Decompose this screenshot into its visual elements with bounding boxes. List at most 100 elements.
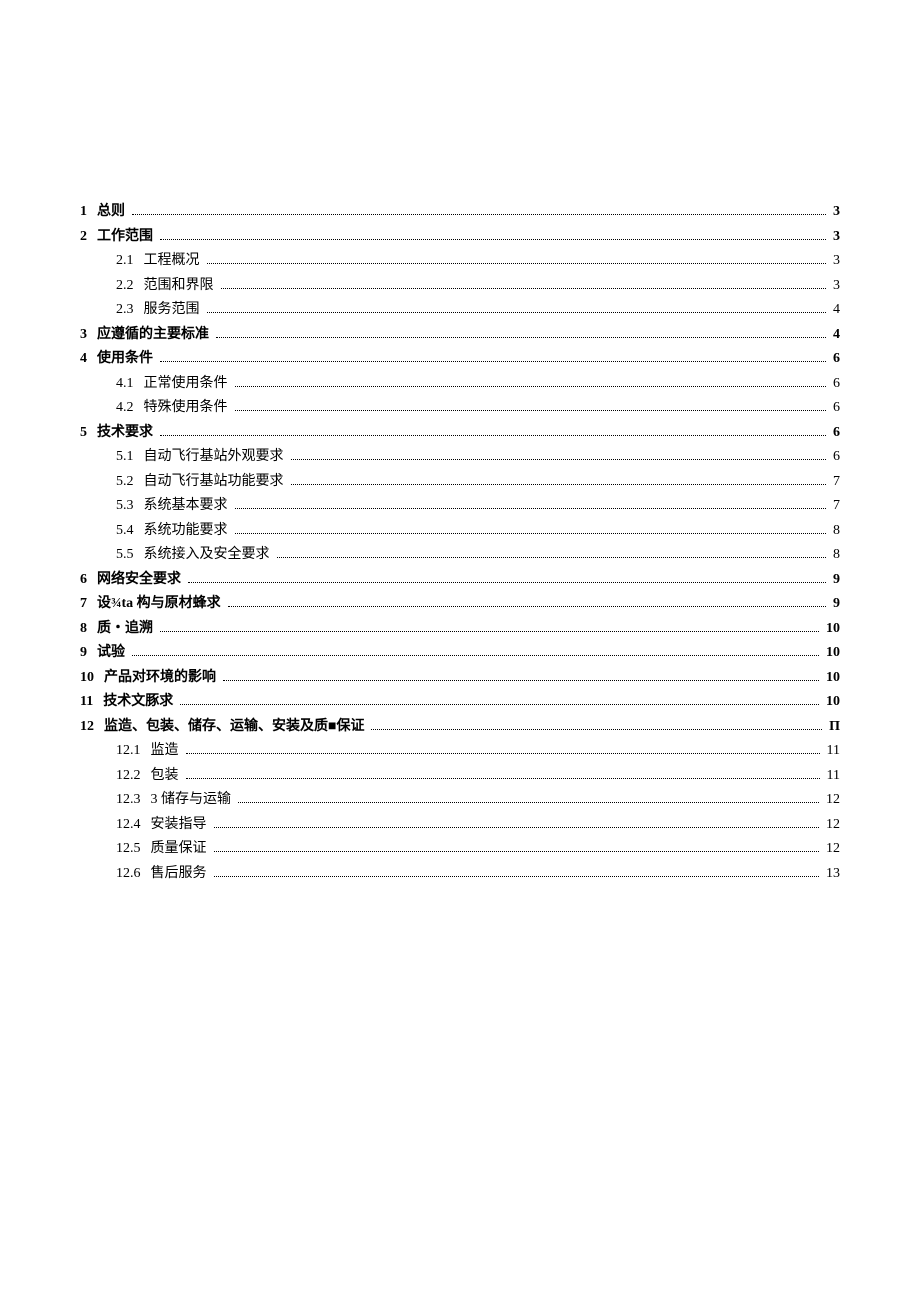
toc-section-title: 产品对环境的影响 bbox=[104, 670, 216, 685]
toc-entry: 12.5质量保证12 bbox=[116, 837, 840, 862]
toc-section-number: 11 bbox=[80, 694, 93, 709]
toc-entry: 10 产品对环境的影响 10 bbox=[80, 666, 840, 691]
toc-entry: 5.3系统基本要求 7 bbox=[116, 494, 840, 519]
toc-entry: 2工作范围3 bbox=[80, 225, 840, 250]
toc-section-title: 总则 bbox=[97, 204, 125, 219]
toc-entry: 1总则3 bbox=[80, 200, 840, 225]
toc-section-number: 7 bbox=[80, 596, 87, 611]
toc-dot-leader bbox=[291, 484, 827, 485]
toc-label: 9试验 bbox=[80, 641, 125, 666]
toc-section-number: 5.2 bbox=[116, 474, 134, 489]
toc-entry: 2.2范围和界限3 bbox=[116, 274, 840, 299]
toc-dot-leader bbox=[228, 606, 826, 607]
toc-entry: 12监造、包装、储存、运输、安装及质■保证Π bbox=[80, 715, 840, 740]
toc-dot-leader bbox=[277, 557, 827, 558]
toc-label: 2.1工程概况 bbox=[116, 249, 200, 274]
toc-label: 8质・追溯 bbox=[80, 617, 153, 642]
toc-label: 12.1监造 bbox=[116, 739, 179, 764]
toc-dot-leader bbox=[371, 729, 822, 730]
toc-section-number: 5.4 bbox=[116, 523, 134, 538]
toc-dot-leader bbox=[235, 533, 827, 534]
toc-section-title: 售后服务 bbox=[151, 866, 207, 881]
toc-page-number: 4 bbox=[833, 298, 840, 323]
toc-section-number: 2.3 bbox=[116, 302, 134, 317]
toc-label: 2 工作范围 bbox=[80, 225, 153, 250]
toc-page-number: 12 bbox=[826, 788, 840, 813]
toc-label: 5.5系统接入及安全要求 bbox=[116, 543, 270, 568]
toc-page-number: 12 bbox=[826, 837, 840, 862]
toc-entry: 12.33 储存与运输 12 bbox=[116, 788, 840, 813]
toc-section-title: 工作范围 bbox=[97, 229, 153, 244]
toc-dot-leader bbox=[291, 459, 827, 460]
toc-page-number: 6 bbox=[833, 421, 840, 446]
toc-section-number: 4.1 bbox=[116, 376, 134, 391]
toc-entry: 12.2包装11 bbox=[116, 764, 840, 789]
toc-dot-leader bbox=[235, 410, 827, 411]
toc-page-number: 6 bbox=[833, 347, 840, 372]
toc-label: 4.2特殊使用条件 bbox=[116, 396, 228, 421]
toc-entry: 12.4 安装指导 12 bbox=[116, 813, 840, 838]
toc-section-title: 范围和界限 bbox=[144, 278, 214, 293]
toc-page-number: 7 bbox=[833, 494, 840, 519]
toc-page-number: 10 bbox=[826, 641, 840, 666]
toc-dot-leader bbox=[180, 704, 819, 705]
toc-section-number: 12.3 bbox=[116, 792, 141, 807]
toc-label: 2.3 服务范围 bbox=[116, 298, 200, 323]
toc-section-number: 5.3 bbox=[116, 498, 134, 513]
toc-section-title: 自动飞行基站功能要求 bbox=[144, 474, 284, 489]
toc-page-number: 6 bbox=[833, 396, 840, 421]
toc-section-title: 应遵循的主要标准 bbox=[97, 327, 209, 342]
toc-entry: 12.6 售后服务 13 bbox=[116, 862, 840, 887]
toc-section-number: 12.2 bbox=[116, 768, 141, 783]
toc-section-number: 2.2 bbox=[116, 278, 134, 293]
toc-dot-leader bbox=[235, 386, 827, 387]
toc-section-number: 12.6 bbox=[116, 866, 141, 881]
toc-page-number: 12 bbox=[826, 813, 840, 838]
toc-label: 12.33 储存与运输 bbox=[116, 788, 231, 813]
toc-section-number: 12.4 bbox=[116, 817, 141, 832]
toc-dot-leader bbox=[214, 876, 820, 877]
toc-entry: 3应遵循的主要标准4 bbox=[80, 323, 840, 348]
toc-section-title: 技术要求 bbox=[97, 425, 153, 440]
toc-section-title: 自动飞行基站外观要求 bbox=[144, 449, 284, 464]
toc-page-number: 4 bbox=[833, 323, 840, 348]
toc-label: 12.4 安装指导 bbox=[116, 813, 207, 838]
toc-page-number: 10 bbox=[826, 690, 840, 715]
toc-section-number: 2 bbox=[80, 229, 87, 244]
toc-dot-leader bbox=[238, 802, 819, 803]
toc-section-number: 2.1 bbox=[116, 253, 134, 268]
toc-section-number: 10 bbox=[80, 670, 94, 685]
toc-dot-leader bbox=[186, 753, 820, 754]
toc-dot-leader bbox=[160, 631, 819, 632]
toc-section-number: 9 bbox=[80, 645, 87, 660]
toc-label: 1总则 bbox=[80, 200, 125, 225]
toc-page-number: 7 bbox=[833, 470, 840, 495]
toc-page-number: 13 bbox=[826, 862, 840, 887]
toc-page-number: Π bbox=[829, 715, 840, 740]
toc-section-title: 服务范围 bbox=[144, 302, 200, 317]
toc-dot-leader bbox=[132, 214, 826, 215]
toc-section-title: 设¾ta 构与原材蜂求 bbox=[97, 596, 221, 611]
toc-dot-leader bbox=[160, 361, 826, 362]
toc-label: 12.2包装 bbox=[116, 764, 179, 789]
toc-entry: 5.2 自动飞行基站功能要求 7 bbox=[116, 470, 840, 495]
toc-entry: 9试验 10 bbox=[80, 641, 840, 666]
toc-dot-leader bbox=[186, 778, 820, 779]
toc-section-title: 正常使用条件 bbox=[144, 376, 228, 391]
toc-section-title: 监造 bbox=[151, 743, 179, 758]
toc-entry: 4.1正常使用条件6 bbox=[116, 372, 840, 397]
toc-label: 5.3系统基本要求 bbox=[116, 494, 228, 519]
toc-label: 5.1自动飞行基站外观要求 bbox=[116, 445, 284, 470]
toc-dot-leader bbox=[207, 263, 827, 264]
toc-page-number: 9 bbox=[833, 568, 840, 593]
toc-entry: 7设¾ta 构与原材蜂求9 bbox=[80, 592, 840, 617]
toc-entry: 5技术要求6 bbox=[80, 421, 840, 446]
toc-label: 7 设¾ta 构与原材蜂求 bbox=[80, 592, 221, 617]
toc-section-number: 12 bbox=[80, 719, 94, 734]
toc-entry: 12.1监造11 bbox=[116, 739, 840, 764]
toc-section-title: 安装指导 bbox=[151, 817, 207, 832]
toc-section-number: 8 bbox=[80, 621, 87, 636]
toc-label: 5.2 自动飞行基站功能要求 bbox=[116, 470, 284, 495]
toc-page-number: 10 bbox=[826, 666, 840, 691]
toc-dot-leader bbox=[216, 337, 826, 338]
